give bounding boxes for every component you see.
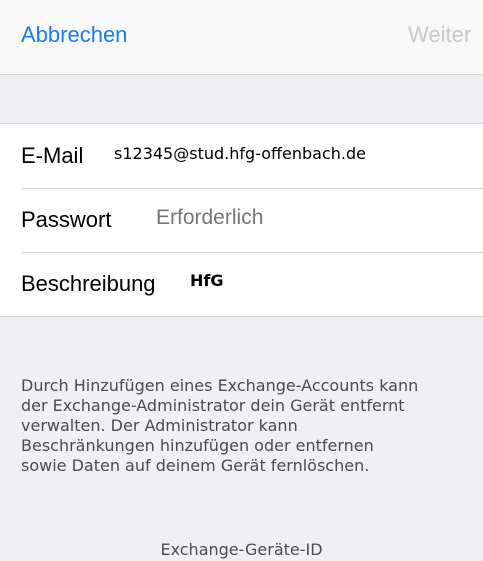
info-line: verwalten. Der Administrator kann — [21, 416, 298, 435]
email-row[interactable]: E-Mail — [0, 122, 483, 188]
device-id-label: Exchange-Geräte-ID — [160, 540, 323, 559]
info-line: Durch Hinzufügen eines Exchange-Accounts… — [21, 376, 419, 395]
password-field[interactable] — [156, 186, 466, 250]
cancel-button[interactable]: Abbrechen — [21, 22, 127, 48]
email-field[interactable] — [114, 122, 474, 186]
description-row[interactable]: Beschreibung — [0, 249, 483, 316]
next-button[interactable]: Weiter — [408, 22, 471, 48]
password-row[interactable]: Passwort — [0, 186, 483, 252]
section-spacer — [0, 75, 483, 123]
info-line: Beschränkungen hinzufügen oder entfernen — [21, 436, 374, 455]
navigation-bar: Abbrechen Weiter — [0, 0, 483, 75]
description-label: Beschreibung — [21, 271, 156, 296]
info-line: der Exchange-Administrator dein Gerät en… — [21, 396, 405, 415]
account-form: E-Mail Passwort Beschreibung — [0, 122, 483, 317]
exchange-info-text: Durch Hinzufügen eines Exchange-Accounts… — [21, 376, 483, 476]
password-label: Passwort — [21, 207, 112, 232]
description-field[interactable] — [190, 249, 470, 313]
email-label: E-Mail — [21, 143, 84, 168]
info-line: sowie Daten auf deinem Gerät fernlöschen… — [21, 456, 370, 475]
